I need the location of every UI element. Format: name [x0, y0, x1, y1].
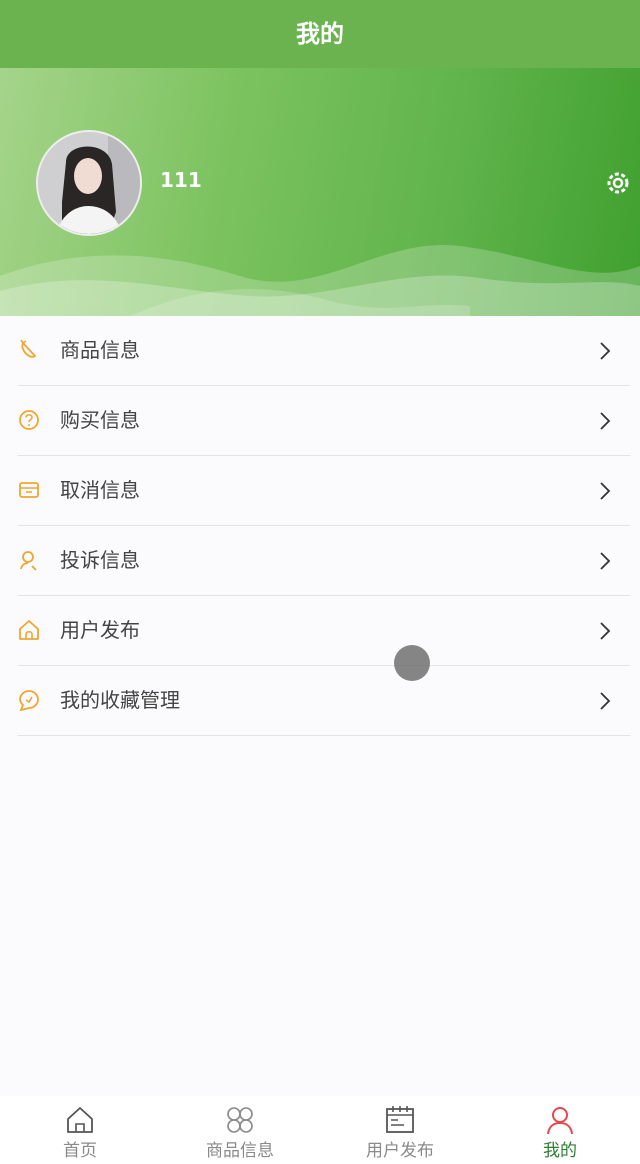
menu-item-goods-info[interactable]: 商品信息 [18, 316, 630, 386]
chevron-right-icon [600, 482, 611, 500]
nav-bar: 我的 [0, 0, 640, 68]
store-icon [19, 482, 39, 498]
menu-item-label: 购买信息 [60, 408, 140, 432]
tab-goods-info[interactable]: 商品信息 [160, 1096, 320, 1164]
tab-bar: 首页 商品信息 用户发布 我的 [0, 1096, 640, 1164]
menu-item-label: 取消信息 [60, 478, 140, 502]
menu-item-label: 投诉信息 [60, 548, 140, 572]
menu-item-user-publish[interactable]: 用户发布 [18, 596, 630, 666]
page-title: 我的 [296, 20, 344, 48]
home-icon [19, 620, 39, 640]
tab-mine[interactable]: 我的 [480, 1096, 640, 1164]
tab-label: 首页 [63, 1141, 97, 1161]
avatar[interactable] [36, 130, 142, 236]
menu-item-purchase-info[interactable]: 购买信息 [18, 386, 630, 456]
profile-header: 111 [0, 68, 640, 316]
home-icon [67, 1107, 93, 1133]
chevron-right-icon [600, 622, 611, 640]
chat-bubble-icon [19, 690, 39, 711]
tab-label: 我的 [543, 1141, 577, 1161]
menu-item-label: 商品信息 [60, 338, 140, 362]
gear-icon[interactable] [604, 169, 632, 197]
menu-item-cancel-info[interactable]: 取消信息 [18, 456, 630, 526]
touch-indicator [394, 645, 430, 681]
user-icon [20, 551, 37, 571]
carrot-icon [20, 339, 37, 358]
tab-home[interactable]: 首页 [0, 1096, 160, 1164]
tab-user-publish[interactable]: 用户发布 [320, 1096, 480, 1164]
menu-item-label: 用户发布 [60, 618, 140, 642]
chevron-right-icon [600, 412, 611, 430]
chevron-right-icon [600, 692, 611, 710]
menu-item-complaint-info[interactable]: 投诉信息 [18, 526, 630, 596]
calendar-icon [386, 1106, 414, 1133]
menu-item-label: 我的收藏管理 [60, 688, 180, 712]
menu-list: 商品信息 购买信息 取消信息 投诉信息 用户发布 我的收藏管理 [0, 316, 640, 736]
grid-icon [227, 1107, 253, 1133]
tab-label: 用户发布 [366, 1141, 434, 1161]
chevron-right-icon [600, 552, 611, 570]
chevron-right-icon [600, 342, 611, 360]
menu-item-favorites[interactable]: 我的收藏管理 [18, 666, 630, 736]
person-icon [547, 1107, 573, 1135]
tab-label: 商品信息 [206, 1141, 274, 1161]
question-circle-icon [19, 410, 39, 430]
username: 111 [160, 168, 202, 192]
